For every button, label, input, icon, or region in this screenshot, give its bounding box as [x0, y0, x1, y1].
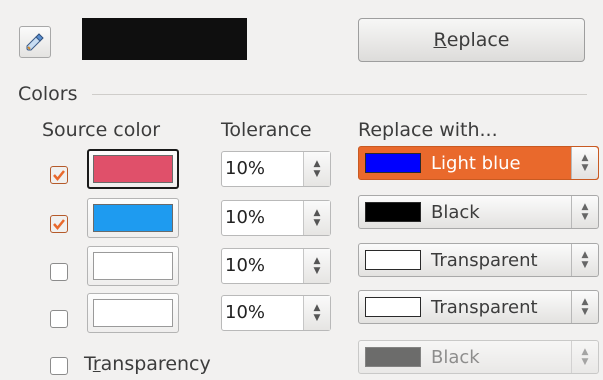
source-preview-swatch [82, 18, 247, 60]
tolerance-value[interactable]: 10% [222, 296, 303, 330]
replace-color-chip [365, 202, 421, 222]
checkmark-icon [53, 219, 65, 230]
header-tolerance: Tolerance [221, 119, 312, 141]
colors-section-title: Colors [18, 83, 78, 105]
transparency-checkbox[interactable] [50, 357, 68, 375]
pipette-icon [26, 33, 44, 51]
replace-with-combo[interactable]: Light blue ▲ ▼ [358, 146, 599, 180]
tolerance-spinner[interactable]: 10% ▲ ▼ [221, 248, 331, 284]
transparency-label: Transparency [84, 353, 211, 375]
source-color-button[interactable] [87, 149, 179, 189]
tolerance-spinner[interactable]: 10% ▲ ▼ [221, 295, 331, 331]
replace-color-chip [365, 153, 421, 173]
replace-label: eplace [446, 29, 510, 51]
source-color-button[interactable] [87, 293, 179, 333]
replace-with-combo[interactable]: Black ▲ ▼ [358, 195, 599, 229]
spin-arrows-icon[interactable]: ▲ ▼ [303, 201, 330, 235]
replace-with-combo[interactable]: Transparent ▲ ▼ [358, 243, 599, 277]
header-replace-with: Replace with... [358, 119, 498, 141]
header-source-color: Source color [42, 119, 161, 141]
replace-color-name: Transparent [431, 249, 538, 271]
transparency-replace-name: Black [431, 346, 480, 368]
checkmark-icon [53, 170, 65, 181]
tolerance-spinner[interactable]: 10% ▲ ▼ [221, 200, 331, 236]
source-color-fill [93, 204, 173, 232]
source-color-button[interactable] [87, 198, 179, 238]
tolerance-value[interactable]: 10% [222, 201, 303, 235]
dropdown-arrows-icon[interactable]: ▲ ▼ [571, 244, 598, 276]
replace-color-name: Transparent [431, 296, 538, 318]
dropdown-arrows-icon[interactable]: ▲ ▼ [571, 291, 598, 323]
spin-arrows-icon[interactable]: ▲ ▼ [303, 152, 330, 186]
dropdown-arrows-icon[interactable]: ▲ ▼ [571, 196, 598, 228]
source-row-checkbox[interactable] [50, 166, 68, 184]
source-row-checkbox[interactable] [50, 215, 68, 233]
replace-with-combo[interactable]: Transparent ▲ ▼ [358, 290, 599, 324]
source-color-button[interactable] [87, 246, 179, 286]
source-row-checkbox[interactable] [50, 263, 68, 281]
section-divider [92, 94, 587, 95]
replace-color-name: Light blue [431, 152, 521, 174]
pipette-button[interactable] [19, 26, 51, 58]
source-row-checkbox[interactable] [50, 310, 68, 328]
source-color-fill [93, 299, 173, 327]
replace-accel: R [433, 29, 447, 51]
transparency-replace-chip [365, 347, 421, 367]
source-color-fill [93, 155, 173, 183]
dropdown-arrows-icon[interactable]: ▲ ▼ [571, 341, 598, 373]
transparency-replace-combo[interactable]: Black ▲ ▼ [358, 340, 599, 374]
spin-arrows-icon[interactable]: ▲ ▼ [303, 249, 330, 283]
spin-arrows-icon[interactable]: ▲ ▼ [303, 296, 330, 330]
tolerance-value[interactable]: 10% [222, 249, 303, 283]
replace-color-chip [365, 250, 421, 270]
source-color-fill [93, 252, 173, 280]
tolerance-value[interactable]: 10% [222, 152, 303, 186]
replace-color-chip [365, 297, 421, 317]
replace-color-name: Black [431, 201, 480, 223]
dropdown-arrows-icon[interactable]: ▲ ▼ [571, 147, 598, 179]
replace-button[interactable]: Replace [358, 18, 585, 62]
tolerance-spinner[interactable]: 10% ▲ ▼ [221, 151, 331, 187]
